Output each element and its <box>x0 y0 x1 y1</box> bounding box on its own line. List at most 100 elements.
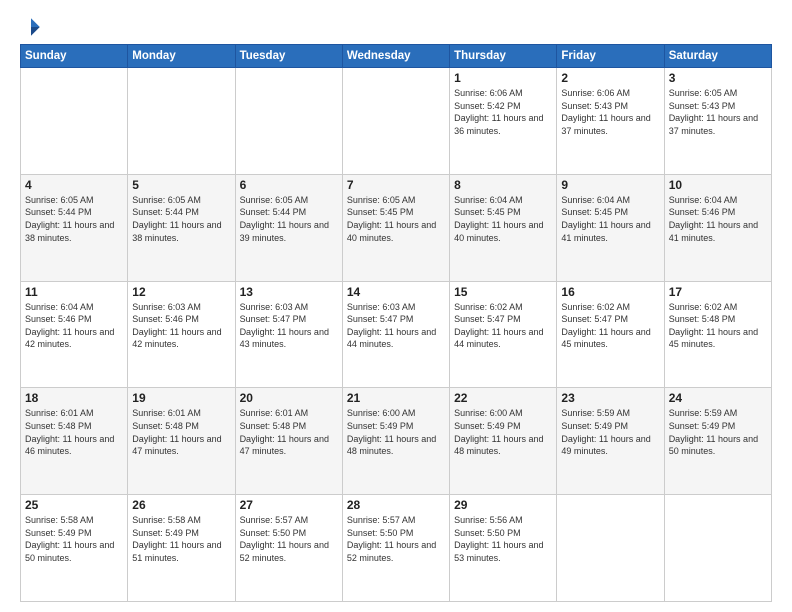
day-number: 5 <box>132 178 230 192</box>
day-info: Sunrise: 6:04 AM Sunset: 5:45 PM Dayligh… <box>561 194 659 244</box>
header-wednesday: Wednesday <box>342 45 449 68</box>
day-info: Sunrise: 6:05 AM Sunset: 5:44 PM Dayligh… <box>132 194 230 244</box>
calendar-cell: 25 Sunrise: 5:58 AM Sunset: 5:49 PM Dayli… <box>21 495 128 602</box>
header-saturday: Saturday <box>664 45 771 68</box>
calendar-cell: 4 Sunrise: 6:05 AM Sunset: 5:44 PM Daylig… <box>21 174 128 281</box>
day-number: 12 <box>132 285 230 299</box>
day-number: 16 <box>561 285 659 299</box>
calendar-cell: 26 Sunrise: 5:58 AM Sunset: 5:49 PM Dayli… <box>128 495 235 602</box>
day-number: 29 <box>454 498 552 512</box>
calendar-cell: 5 Sunrise: 6:05 AM Sunset: 5:44 PM Daylig… <box>128 174 235 281</box>
calendar-cell: 6 Sunrise: 6:05 AM Sunset: 5:44 PM Daylig… <box>235 174 342 281</box>
day-info: Sunrise: 6:05 AM Sunset: 5:44 PM Dayligh… <box>240 194 338 244</box>
day-info: Sunrise: 6:03 AM Sunset: 5:47 PM Dayligh… <box>347 301 445 351</box>
day-number: 14 <box>347 285 445 299</box>
day-info: Sunrise: 6:02 AM Sunset: 5:47 PM Dayligh… <box>561 301 659 351</box>
day-number: 26 <box>132 498 230 512</box>
day-info: Sunrise: 6:01 AM Sunset: 5:48 PM Dayligh… <box>240 407 338 457</box>
calendar-cell <box>557 495 664 602</box>
day-number: 9 <box>561 178 659 192</box>
day-info: Sunrise: 6:05 AM Sunset: 5:44 PM Dayligh… <box>25 194 123 244</box>
logo-icon <box>20 16 42 38</box>
day-number: 24 <box>669 391 767 405</box>
calendar-cell: 20 Sunrise: 6:01 AM Sunset: 5:48 PM Dayli… <box>235 388 342 495</box>
day-info: Sunrise: 6:00 AM Sunset: 5:49 PM Dayligh… <box>454 407 552 457</box>
day-number: 8 <box>454 178 552 192</box>
day-info: Sunrise: 6:04 AM Sunset: 5:46 PM Dayligh… <box>669 194 767 244</box>
day-number: 11 <box>25 285 123 299</box>
day-number: 15 <box>454 285 552 299</box>
day-number: 27 <box>240 498 338 512</box>
calendar-cell: 9 Sunrise: 6:04 AM Sunset: 5:45 PM Daylig… <box>557 174 664 281</box>
header-sunday: Sunday <box>21 45 128 68</box>
day-number: 25 <box>25 498 123 512</box>
day-number: 4 <box>25 178 123 192</box>
calendar-cell: 28Sunrise: 5:57 AM Sunset: 5:50 PM Dayli… <box>342 495 449 602</box>
day-info: Sunrise: 6:04 AM Sunset: 5:45 PM Dayligh… <box>454 194 552 244</box>
calendar-cell: 17 Sunrise: 6:02 AM Sunset: 5:48 PM Dayli… <box>664 281 771 388</box>
header-monday: Monday <box>128 45 235 68</box>
day-number: 19 <box>132 391 230 405</box>
calendar-cell <box>128 68 235 175</box>
day-info: Sunrise: 6:03 AM Sunset: 5:46 PM Dayligh… <box>132 301 230 351</box>
calendar-cell <box>21 68 128 175</box>
day-number: 3 <box>669 71 767 85</box>
calendar-cell: 2 Sunrise: 6:06 AM Sunset: 5:43 PM Daylig… <box>557 68 664 175</box>
calendar-cell: 13 Sunrise: 6:03 AM Sunset: 5:47 PM Dayli… <box>235 281 342 388</box>
calendar-cell: 23 Sunrise: 5:59 AM Sunset: 5:49 PM Dayli… <box>557 388 664 495</box>
calendar-cell: 7 Sunrise: 6:05 AM Sunset: 5:45 PM Daylig… <box>342 174 449 281</box>
header-thursday: Thursday <box>450 45 557 68</box>
calendar-cell: 27Sunrise: 5:57 AM Sunset: 5:50 PM Dayli… <box>235 495 342 602</box>
day-info: Sunrise: 6:01 AM Sunset: 5:48 PM Dayligh… <box>132 407 230 457</box>
calendar-cell: 11 Sunrise: 6:04 AM Sunset: 5:46 PM Dayli… <box>21 281 128 388</box>
calendar-cell: 8 Sunrise: 6:04 AM Sunset: 5:45 PM Daylig… <box>450 174 557 281</box>
day-number: 6 <box>240 178 338 192</box>
day-number: 21 <box>347 391 445 405</box>
day-number: 22 <box>454 391 552 405</box>
day-number: 23 <box>561 391 659 405</box>
day-number: 20 <box>240 391 338 405</box>
header-friday: Friday <box>557 45 664 68</box>
day-info: Sunrise: 6:02 AM Sunset: 5:48 PM Dayligh… <box>669 301 767 351</box>
day-number: 2 <box>561 71 659 85</box>
calendar-cell: 19 Sunrise: 6:01 AM Sunset: 5:48 PM Dayli… <box>128 388 235 495</box>
calendar-cell: 16 Sunrise: 6:02 AM Sunset: 5:47 PM Dayli… <box>557 281 664 388</box>
day-info: Sunrise: 5:56 AM Sunset: 5:50 PM Dayligh… <box>454 514 552 564</box>
calendar-cell: 29 Sunrise: 5:56 AM Sunset: 5:50 PM Dayli… <box>450 495 557 602</box>
day-info: Sunrise: 5:58 AM Sunset: 5:49 PM Dayligh… <box>25 514 123 564</box>
calendar-cell: 15 Sunrise: 6:02 AM Sunset: 5:47 PM Dayli… <box>450 281 557 388</box>
day-info: Sunrise: 6:06 AM Sunset: 5:42 PM Dayligh… <box>454 87 552 137</box>
day-info: Sunrise: 6:00 AM Sunset: 5:49 PM Dayligh… <box>347 407 445 457</box>
calendar-cell: 1Sunrise: 6:06 AM Sunset: 5:42 PM Daylig… <box>450 68 557 175</box>
calendar-cell: 12 Sunrise: 6:03 AM Sunset: 5:46 PM Dayli… <box>128 281 235 388</box>
day-info: Sunrise: 5:59 AM Sunset: 5:49 PM Dayligh… <box>561 407 659 457</box>
day-info: Sunrise: 6:01 AM Sunset: 5:48 PM Dayligh… <box>25 407 123 457</box>
logo <box>20 16 46 38</box>
calendar-cell: 21 Sunrise: 6:00 AM Sunset: 5:49 PM Dayli… <box>342 388 449 495</box>
day-info: Sunrise: 5:59 AM Sunset: 5:49 PM Dayligh… <box>669 407 767 457</box>
day-number: 13 <box>240 285 338 299</box>
calendar-cell: 14 Sunrise: 6:03 AM Sunset: 5:47 PM Dayli… <box>342 281 449 388</box>
day-number: 17 <box>669 285 767 299</box>
calendar-cell: 10 Sunrise: 6:04 AM Sunset: 5:46 PM Dayli… <box>664 174 771 281</box>
day-number: 10 <box>669 178 767 192</box>
day-info: Sunrise: 6:06 AM Sunset: 5:43 PM Dayligh… <box>561 87 659 137</box>
day-info: Sunrise: 5:57 AM Sunset: 5:50 PM Dayligh… <box>347 514 445 564</box>
calendar-cell: 3 Sunrise: 6:05 AM Sunset: 5:43 PM Daylig… <box>664 68 771 175</box>
calendar-cell <box>235 68 342 175</box>
calendar-cell: 22 Sunrise: 6:00 AM Sunset: 5:49 PM Dayli… <box>450 388 557 495</box>
day-info: Sunrise: 6:03 AM Sunset: 5:47 PM Dayligh… <box>240 301 338 351</box>
day-number: 18 <box>25 391 123 405</box>
calendar-cell <box>664 495 771 602</box>
day-info: Sunrise: 6:05 AM Sunset: 5:45 PM Dayligh… <box>347 194 445 244</box>
day-number: 7 <box>347 178 445 192</box>
day-info: Sunrise: 6:04 AM Sunset: 5:46 PM Dayligh… <box>25 301 123 351</box>
calendar-table: SundayMondayTuesdayWednesdayThursdayFrid… <box>20 44 772 602</box>
day-info: Sunrise: 5:58 AM Sunset: 5:49 PM Dayligh… <box>132 514 230 564</box>
day-info: Sunrise: 6:05 AM Sunset: 5:43 PM Dayligh… <box>669 87 767 137</box>
calendar-cell: 18 Sunrise: 6:01 AM Sunset: 5:48 PM Dayli… <box>21 388 128 495</box>
calendar-cell <box>342 68 449 175</box>
day-info: Sunrise: 6:02 AM Sunset: 5:47 PM Dayligh… <box>454 301 552 351</box>
calendar-cell: 24 Sunrise: 5:59 AM Sunset: 5:49 PM Dayli… <box>664 388 771 495</box>
header-tuesday: Tuesday <box>235 45 342 68</box>
